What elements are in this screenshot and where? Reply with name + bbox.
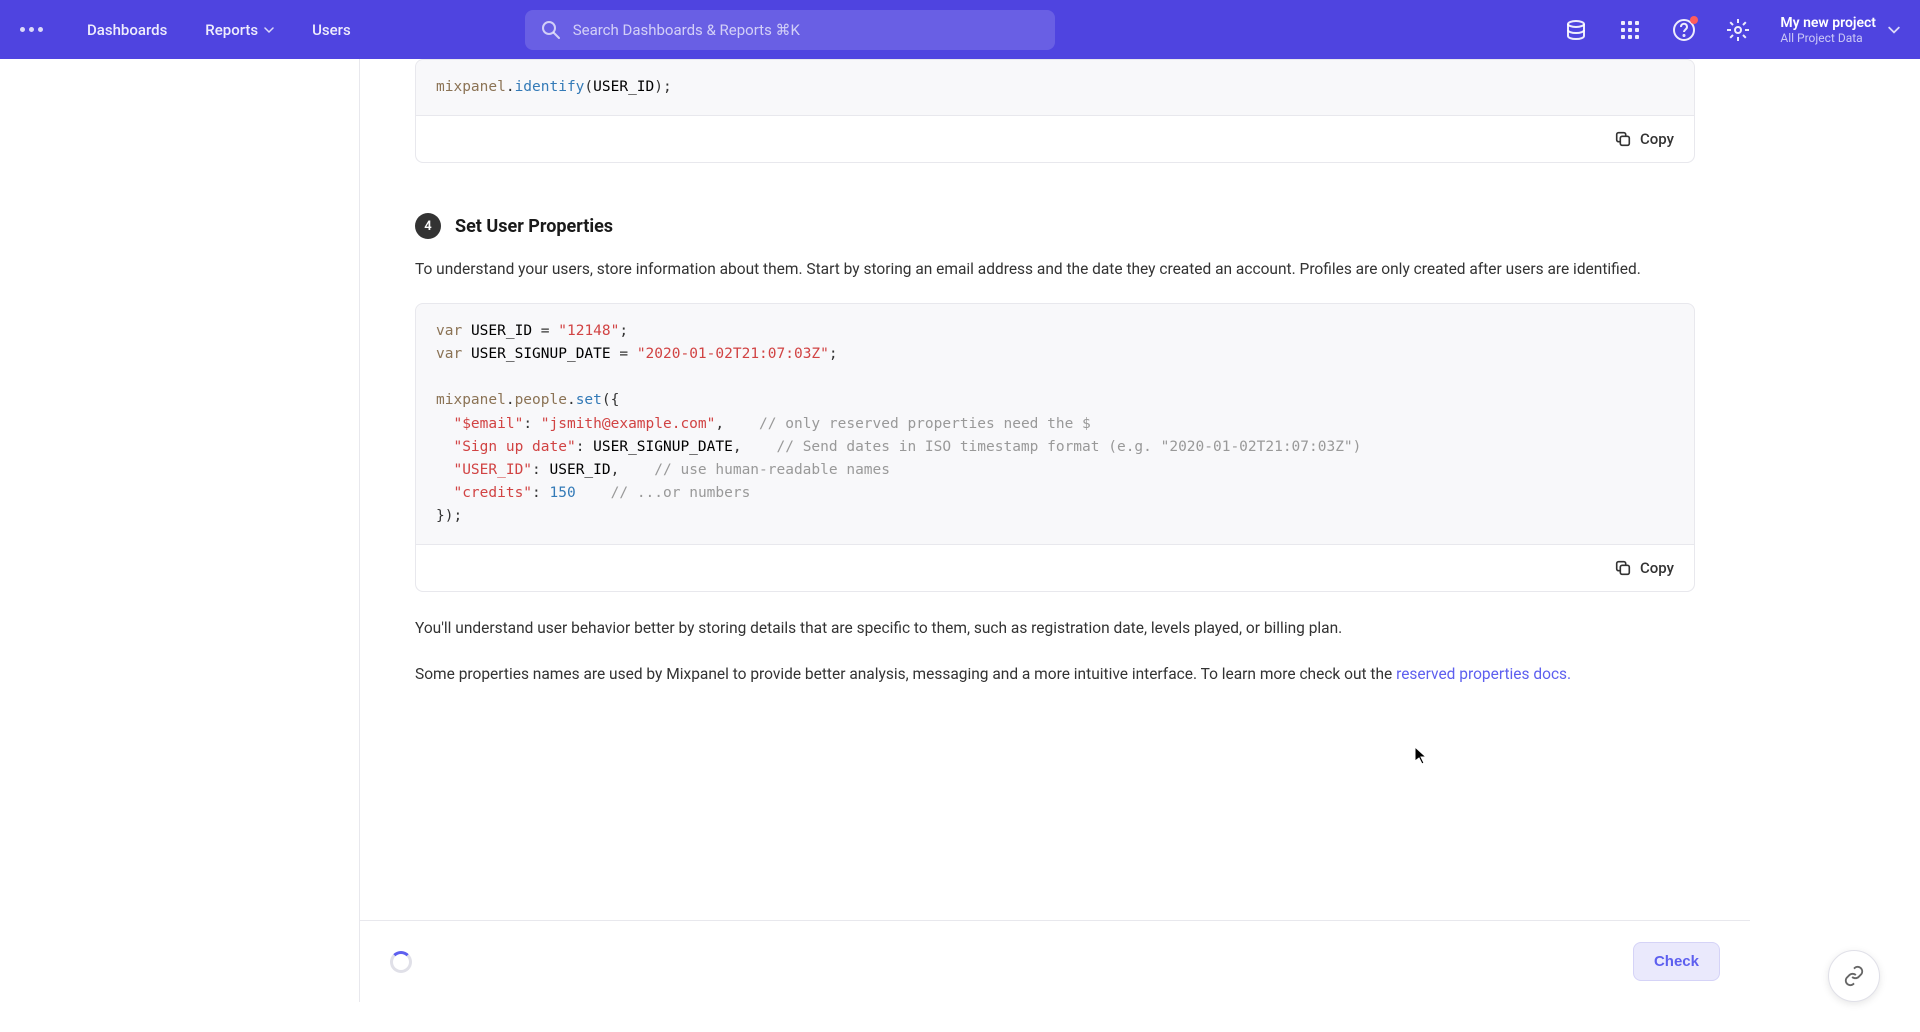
copy-label: Copy [1640, 130, 1674, 148]
project-subtitle: All Project Data [1780, 31, 1876, 45]
check-button[interactable]: Check [1633, 942, 1720, 981]
left-sidebar [20, 59, 360, 1002]
chevron-down-icon [264, 25, 274, 35]
bottom-bar: Check [360, 920, 1750, 1002]
app-header: Dashboards Reports Users Search Dashboar… [0, 0, 1920, 59]
apps-grid-icon[interactable] [1618, 18, 1642, 42]
nav-reports-label: Reports [205, 21, 258, 39]
copy-icon [1614, 130, 1632, 148]
search-icon [541, 20, 561, 40]
data-icon[interactable] [1564, 18, 1588, 42]
link-icon [1843, 965, 1865, 987]
nav-users-label: Users [312, 21, 351, 39]
step-description: To understand your users, store informat… [415, 257, 1695, 283]
search-placeholder: Search Dashboards & Reports ⌘K [573, 21, 800, 39]
settings-gear-icon[interactable] [1726, 18, 1750, 42]
nav-users[interactable]: Users [298, 13, 365, 47]
code-footer: Copy [416, 544, 1694, 591]
step-number-badge: 4 [415, 213, 441, 239]
step-header: 4 Set User Properties [415, 213, 1695, 239]
code-footer: Copy [416, 115, 1694, 162]
code-content: var USER_ID = "12148"; var USER_SIGNUP_D… [416, 304, 1694, 545]
chevron-down-icon [1888, 24, 1900, 36]
copy-label: Copy [1640, 559, 1674, 577]
content-card: mixpanel.identify(USER_ID); Copy 4 [20, 59, 1750, 1002]
header-right: My new project All Project Data [1564, 15, 1900, 45]
content-area: mixpanel.identify(USER_ID); Copy 4 [360, 59, 1750, 1002]
copy-button[interactable]: Copy [1614, 559, 1674, 577]
menu-dots-icon[interactable] [20, 27, 43, 32]
properties-text: Some properties names are used by Mixpan… [415, 662, 1695, 688]
link-fab-button[interactable] [1828, 950, 1880, 1002]
help-icon[interactable] [1672, 18, 1696, 42]
nav-dashboards-label: Dashboards [87, 21, 167, 39]
main-container: mixpanel.identify(USER_ID); Copy 4 [0, 59, 1920, 1032]
code-block-identify: mixpanel.identify(USER_ID); Copy [415, 59, 1695, 163]
loading-spinner-icon [390, 951, 412, 973]
nav-items: Dashboards Reports Users [73, 13, 365, 47]
nav-dashboards[interactable]: Dashboards [73, 13, 181, 47]
reserved-properties-link[interactable]: reserved properties docs. [1396, 665, 1571, 683]
nav-reports[interactable]: Reports [191, 13, 288, 47]
copy-button[interactable]: Copy [1614, 130, 1674, 148]
project-name: My new project [1780, 15, 1876, 31]
notification-dot-icon [1690, 16, 1698, 24]
behavior-text: You'll understand user behavior better b… [415, 616, 1695, 642]
code-content: mixpanel.identify(USER_ID); [416, 60, 1694, 115]
search-input[interactable]: Search Dashboards & Reports ⌘K [525, 10, 1055, 50]
step-title: Set User Properties [455, 216, 613, 237]
code-block-people-set: var USER_ID = "12148"; var USER_SIGNUP_D… [415, 303, 1695, 593]
copy-icon [1614, 559, 1632, 577]
project-selector[interactable]: My new project All Project Data [1780, 15, 1900, 45]
